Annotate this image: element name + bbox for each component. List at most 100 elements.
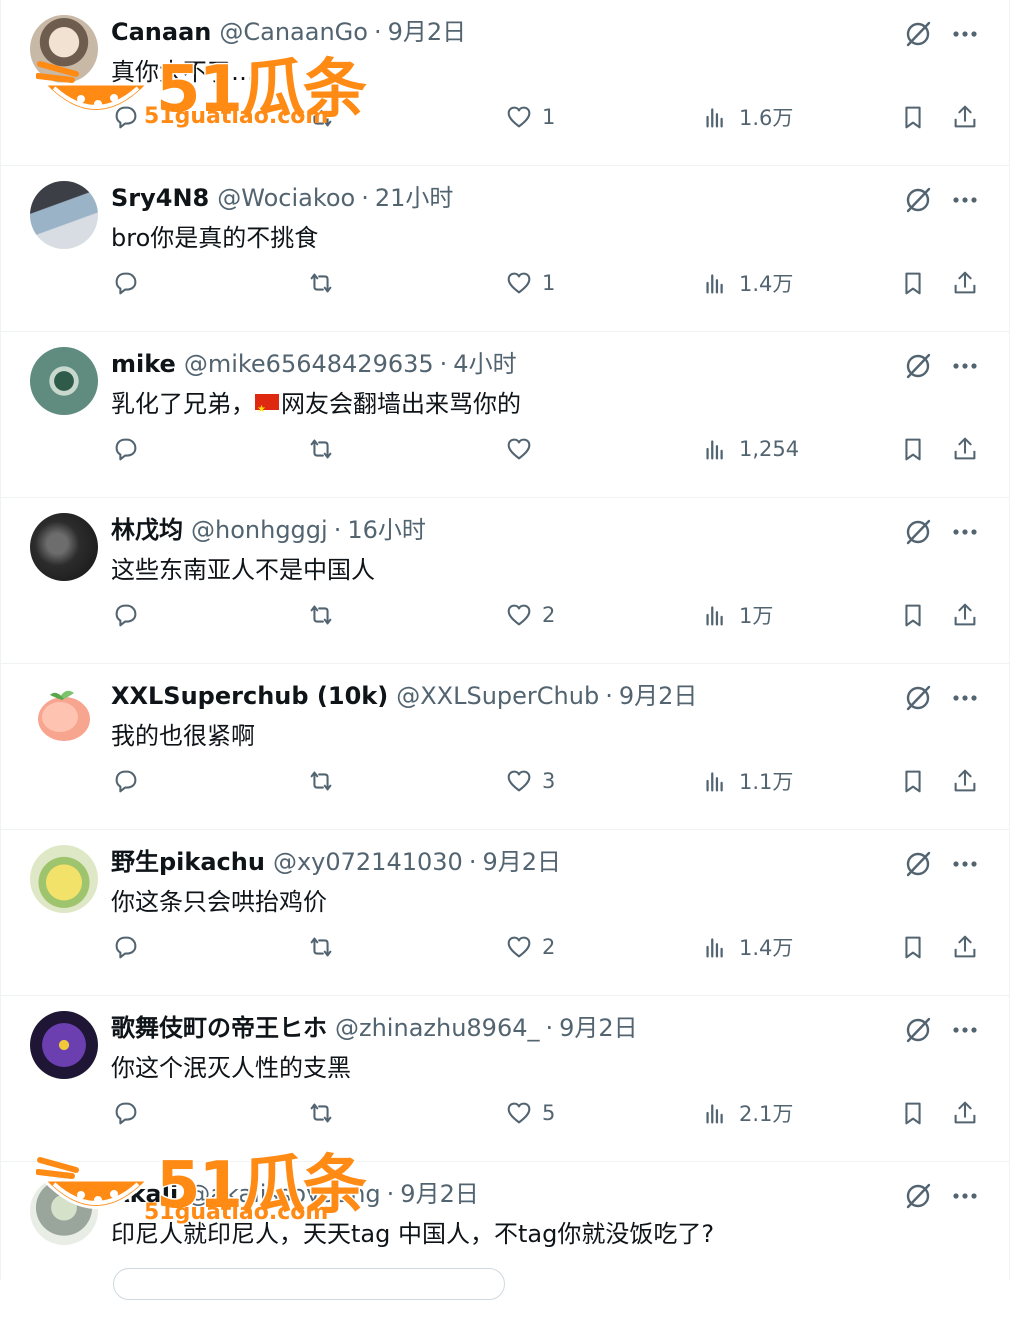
reply-composer-edge[interactable] xyxy=(113,1268,505,1300)
bookmark-button[interactable] xyxy=(898,425,928,473)
more-options-button[interactable] xyxy=(949,350,981,382)
like-button[interactable]: 1 xyxy=(504,93,555,141)
bookmark-button[interactable] xyxy=(898,591,928,639)
views-button[interactable]: 1.4万 xyxy=(701,923,793,971)
author-handle[interactable]: @Wociakoo xyxy=(217,184,355,212)
views-button[interactable]: 2.1万 xyxy=(701,1089,793,1137)
author-name[interactable]: Akali xyxy=(111,1180,178,1208)
retweet-button[interactable] xyxy=(306,93,344,141)
views-button[interactable]: 1.4万 xyxy=(701,259,793,307)
like-button[interactable]: 2 xyxy=(504,591,555,639)
retweet-button[interactable] xyxy=(306,757,344,805)
timestamp[interactable]: 9月2日 xyxy=(388,18,467,46)
reply-item[interactable]: Akali @akaiissoyoung · 9月2日 印尼人就印尼人，天天tag 中… xyxy=(1,1162,1009,1328)
author-handle[interactable]: @mike65648429635 xyxy=(184,350,434,378)
author-name[interactable]: XXLSuperchub (10k) xyxy=(111,682,388,710)
share-button[interactable] xyxy=(950,259,980,307)
views-button[interactable]: 1.6万 xyxy=(701,93,793,141)
reply-button[interactable] xyxy=(111,259,149,307)
more-options-button[interactable] xyxy=(949,1014,981,1046)
reply-item[interactable]: Canaan @CanaanGo · 9月2日 真你大不了… 1 1.6万 xyxy=(1,0,1009,166)
retweet-button[interactable] xyxy=(306,425,344,473)
timestamp[interactable]: 16小时 xyxy=(347,516,426,544)
avatar[interactable] xyxy=(30,15,98,83)
share-button[interactable] xyxy=(950,425,980,473)
timestamp[interactable]: 9月2日 xyxy=(619,682,698,710)
avatar[interactable] xyxy=(30,513,98,581)
author-handle[interactable]: @zhinazhu8964_ xyxy=(335,1014,540,1042)
grok-button[interactable] xyxy=(902,1014,934,1046)
share-button[interactable] xyxy=(950,93,980,141)
author-handle[interactable]: @xy072141030 xyxy=(273,848,463,876)
like-button[interactable]: 1 xyxy=(504,259,555,307)
author-handle[interactable]: @honhgggj xyxy=(191,516,328,544)
like-count: 1 xyxy=(542,271,556,295)
more-options-button[interactable] xyxy=(949,682,981,714)
author-name[interactable]: Sry4N8 xyxy=(111,184,209,212)
more-options-button[interactable] xyxy=(949,1180,981,1212)
reply-item[interactable]: 林戊均 @honhgggj · 16小时 这些东南亚人不是中国人 2 1万 xyxy=(1,498,1009,664)
grok-button[interactable] xyxy=(902,848,934,880)
avatar[interactable] xyxy=(30,845,98,913)
timestamp[interactable]: 4小时 xyxy=(453,350,516,378)
timestamp[interactable]: 9月2日 xyxy=(482,848,561,876)
share-button[interactable] xyxy=(950,923,980,971)
grok-button[interactable] xyxy=(902,350,934,382)
grok-button[interactable] xyxy=(902,18,934,50)
reply-button[interactable] xyxy=(111,757,149,805)
timestamp[interactable]: 21小时 xyxy=(375,184,454,212)
avatar[interactable] xyxy=(30,181,98,249)
like-button[interactable] xyxy=(504,425,542,473)
reply-item[interactable]: XXLSuperchub (10k) @XXLSuperChub · 9月2日 我的也… xyxy=(1,664,1009,830)
author-name[interactable]: 野生pikachu xyxy=(111,848,265,876)
reply-button[interactable] xyxy=(111,923,149,971)
views-button[interactable]: 1.1万 xyxy=(701,757,793,805)
share-button[interactable] xyxy=(950,591,980,639)
reply-button[interactable] xyxy=(111,1089,149,1137)
timestamp[interactable]: 9月2日 xyxy=(400,1180,479,1208)
bookmark-button[interactable] xyxy=(898,93,928,141)
share-button[interactable] xyxy=(950,757,980,805)
more-options-button[interactable] xyxy=(949,18,981,50)
like-button[interactable]: 2 xyxy=(504,923,555,971)
avatar[interactable] xyxy=(30,679,98,747)
reply-item[interactable]: mike @mike65648429635·4小时 乳化了兄弟， 网友会翻墙出来骂你… xyxy=(1,332,1009,498)
grok-button[interactable] xyxy=(902,682,934,714)
bookmark-button[interactable] xyxy=(898,1089,928,1137)
reply-item[interactable]: 歌舞伎町の帝王ヒホ @zhinazhu8964_ · 9月2日 你这个泯灭人性的支黑 … xyxy=(1,996,1009,1162)
author-name[interactable]: mike xyxy=(111,350,176,378)
more-options-button[interactable] xyxy=(949,184,981,216)
avatar[interactable] xyxy=(30,1011,98,1079)
reply-item[interactable]: Sry4N8 @Wociakoo · 21小时 bro你是真的不挑食 1 1.4万 xyxy=(1,166,1009,332)
reply-button[interactable] xyxy=(111,591,149,639)
retweet-button[interactable] xyxy=(306,591,344,639)
share-button[interactable] xyxy=(950,1089,980,1137)
reply-button[interactable] xyxy=(111,93,149,141)
like-button[interactable]: 5 xyxy=(504,1089,555,1137)
retweet-button[interactable] xyxy=(306,923,344,971)
reply-button[interactable] xyxy=(111,425,149,473)
more-options-button[interactable] xyxy=(949,516,981,548)
views-button[interactable]: 1,254 xyxy=(701,425,799,473)
author-handle[interactable]: @akaiissoyoung xyxy=(186,1180,380,1208)
like-button[interactable]: 3 xyxy=(504,757,555,805)
grok-button[interactable] xyxy=(902,184,934,216)
grok-button[interactable] xyxy=(902,516,934,548)
author-name[interactable]: 林戊均 xyxy=(111,516,183,544)
author-name[interactable]: 歌舞伎町の帝王ヒホ xyxy=(111,1014,327,1042)
bookmark-button[interactable] xyxy=(898,923,928,971)
avatar[interactable] xyxy=(30,347,98,415)
more-options-button[interactable] xyxy=(949,848,981,880)
retweet-button[interactable] xyxy=(306,259,344,307)
bookmark-button[interactable] xyxy=(898,757,928,805)
views-button[interactable]: 1万 xyxy=(701,591,773,639)
author-name[interactable]: Canaan xyxy=(111,18,211,46)
author-handle[interactable]: @XXLSuperChub xyxy=(396,682,599,710)
retweet-button[interactable] xyxy=(306,1089,344,1137)
avatar[interactable] xyxy=(30,1177,98,1245)
timestamp[interactable]: 9月2日 xyxy=(559,1014,638,1042)
reply-item[interactable]: 野生pikachu @xy072141030 · 9月2日 你这条只会哄抬鸡价 2 1.… xyxy=(1,830,1009,996)
grok-button[interactable] xyxy=(902,1180,934,1212)
author-handle[interactable]: @CanaanGo xyxy=(219,18,368,46)
bookmark-button[interactable] xyxy=(898,259,928,307)
